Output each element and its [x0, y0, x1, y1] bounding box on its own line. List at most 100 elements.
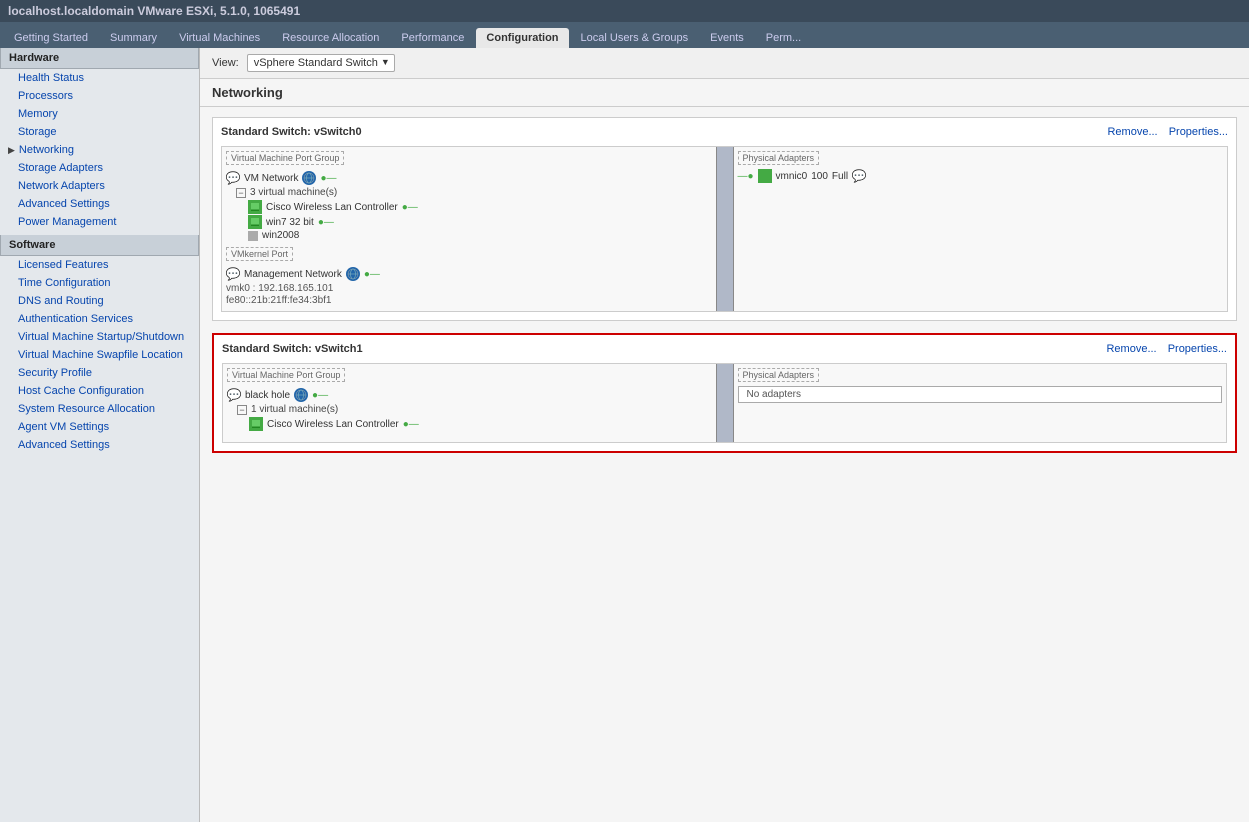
- vswitch0-vm-item-1: win7 32 bit ●—: [248, 215, 712, 229]
- vswitch1-vm-network-name: black hole: [245, 390, 290, 401]
- vswitch0-vmk-ipv6: fe80::21b:21ff:fe34:3bf1: [226, 295, 712, 306]
- view-label: View:: [212, 57, 239, 69]
- vmkernel-connector: ●—: [364, 269, 380, 280]
- tab-configuration[interactable]: Configuration: [476, 28, 568, 48]
- vswitch0-adapter-speed: 100: [811, 171, 828, 182]
- content-area: View: vSphere Standard Switch ▼ Networki…: [200, 48, 1249, 822]
- title-text: localhost.localdomain VMware ESXi, 5.1.0…: [8, 4, 300, 18]
- vswitch1-properties-link[interactable]: Properties...: [1168, 343, 1227, 355]
- vswitch0-port-group-label: Virtual Machine Port Group: [226, 151, 344, 165]
- sidebar-item-network-adapters[interactable]: Network Adapters: [0, 177, 199, 195]
- vswitch0-adapter-row: —● vmnic0 100 Full 💬: [738, 169, 1224, 183]
- sidebar-item-health-status[interactable]: Health Status: [0, 69, 199, 87]
- vswitch0-adapter-name: vmnic0: [776, 171, 808, 182]
- tab-events[interactable]: Events: [700, 28, 754, 48]
- vswitch1-vm0-connector: ●—: [403, 419, 419, 430]
- vswitch0-physical-section: Physical Adapters —● vmnic0 100 Full 💬: [734, 147, 1228, 311]
- tab-performance[interactable]: Performance: [391, 28, 474, 48]
- vswitch1-port-group-section: Virtual Machine Port Group 💬 black hole …: [223, 364, 716, 442]
- sidebar-item-system-resource-allocation[interactable]: System Resource Allocation: [0, 400, 199, 418]
- black-hole-connector: ●—: [312, 390, 328, 401]
- networking-arrow-icon: ▶: [8, 145, 15, 156]
- vswitch1-bar: [716, 364, 734, 442]
- vswitch1-header: Standard Switch: vSwitch1 Remove... Prop…: [222, 343, 1227, 355]
- sidebar-item-dns-routing[interactable]: DNS and Routing: [0, 292, 199, 310]
- vswitch0-adapter-duplex: Full: [832, 171, 848, 182]
- tab-bar: Getting Started Summary Virtual Machines…: [0, 22, 1249, 48]
- tab-virtual-machines[interactable]: Virtual Machines: [169, 28, 270, 48]
- black-hole-globe-icon: [294, 388, 308, 402]
- vswitch0-vm-expand-row: − 3 virtual machine(s) Cisco Wireless La…: [236, 187, 712, 241]
- vswitch0-remove-link[interactable]: Remove...: [1107, 126, 1157, 138]
- sidebar-item-storage-adapters[interactable]: Storage Adapters: [0, 159, 199, 177]
- sidebar-item-networking[interactable]: ▶ Networking: [0, 141, 199, 159]
- vswitch1-vm-expand-row: − 1 virtual machine(s) Cisco Wireless La…: [237, 404, 712, 431]
- vswitch0-vm-item-2: win2008: [248, 230, 712, 241]
- switch-container: Standard Switch: vSwitch0 Remove... Prop…: [200, 107, 1249, 475]
- vswitch0-vmk-ip: vmk0 : 192.168.165.101: [226, 283, 712, 294]
- sidebar-item-time-configuration[interactable]: Time Configuration: [0, 274, 199, 292]
- vswitch1-remove-link[interactable]: Remove...: [1106, 343, 1156, 355]
- vm0-connector: ●—: [402, 202, 418, 213]
- sidebar-item-memory[interactable]: Memory: [0, 105, 199, 123]
- vswitch0-vm-count: 3 virtual machine(s): [250, 187, 337, 198]
- vswitch0-physical-label: Physical Adapters: [738, 151, 820, 165]
- vswitch1-title: Standard Switch: vSwitch1: [222, 343, 363, 355]
- sidebar-item-storage[interactable]: Storage: [0, 123, 199, 141]
- title-bar: localhost.localdomain VMware ESXi, 5.1.0…: [0, 0, 1249, 22]
- vswitch1-vm-count-row: − 1 virtual machine(s): [237, 404, 712, 415]
- vswitch1-vm-item-0: Cisco Wireless Lan Controller ●—: [249, 417, 712, 431]
- tab-perm[interactable]: Perm...: [756, 28, 811, 48]
- vswitch0-vm-network-name: VM Network: [244, 173, 298, 184]
- main-layout: Hardware Health Status Processors Memory…: [0, 48, 1249, 822]
- vswitch0-properties-link[interactable]: Properties...: [1169, 126, 1228, 138]
- adapter-chat-icon: 💬: [852, 169, 866, 183]
- vswitch0-vmkernel-name: Management Network: [244, 269, 342, 280]
- sidebar-item-authentication-services[interactable]: Authentication Services: [0, 310, 199, 328]
- vswitch0-bar: [716, 147, 734, 311]
- view-dropdown[interactable]: vSphere Standard Switch ▼: [247, 54, 395, 72]
- dropdown-arrow-icon: ▼: [381, 57, 390, 67]
- tab-getting-started[interactable]: Getting Started: [4, 28, 98, 48]
- sidebar-item-advanced-settings-sw[interactable]: Advanced Settings: [0, 436, 199, 454]
- sidebar-item-processors[interactable]: Processors: [0, 87, 199, 105]
- sidebar-item-agent-vm-settings[interactable]: Agent VM Settings: [0, 418, 199, 436]
- vswitch0-vm-item-0: Cisco Wireless Lan Controller ●—: [248, 200, 712, 214]
- tab-resource-allocation[interactable]: Resource Allocation: [272, 28, 389, 48]
- black-hole-chat-icon: 💬: [227, 388, 241, 402]
- vswitch1-expand-icon[interactable]: −: [237, 405, 247, 415]
- vswitch1-vm-icon-0: [249, 417, 263, 431]
- sidebar-item-host-cache-configuration[interactable]: Host Cache Configuration: [0, 382, 199, 400]
- vswitch1-vm-count: 1 virtual machine(s): [251, 404, 338, 415]
- sidebar: Hardware Health Status Processors Memory…: [0, 48, 200, 822]
- sidebar-item-licensed-features[interactable]: Licensed Features: [0, 256, 199, 274]
- tab-local-users[interactable]: Local Users & Groups: [571, 28, 699, 48]
- vswitch1-no-adapters: No adapters: [738, 386, 1223, 403]
- hardware-header: Hardware: [0, 48, 199, 69]
- vm1-connector: ●—: [318, 217, 334, 228]
- vswitch1-actions: Remove... Properties...: [1098, 343, 1227, 355]
- sidebar-item-vm-startup-shutdown[interactable]: Virtual Machine Startup/Shutdown: [0, 328, 199, 346]
- vm-icon-1: [248, 215, 262, 229]
- vm-network-connector: ●—: [320, 173, 336, 184]
- vswitch0-vmkernel-row: 💬 Management Network ●—: [226, 267, 712, 281]
- adapter-green-icon: [758, 169, 772, 183]
- vmkernel-chat-icon: 💬: [226, 267, 240, 281]
- vswitch1-diagram: Virtual Machine Port Group 💬 black hole …: [222, 363, 1227, 443]
- sidebar-item-vm-swapfile-location[interactable]: Virtual Machine Swapfile Location: [0, 346, 199, 364]
- sidebar-item-security-profile[interactable]: Security Profile: [0, 364, 199, 382]
- vm-icon-0: [248, 200, 262, 214]
- vswitch1-black-hole-row: 💬 black hole ●—: [227, 388, 712, 402]
- vswitch1-port-group-label: Virtual Machine Port Group: [227, 368, 345, 382]
- sidebar-item-advanced-settings-hw[interactable]: Advanced Settings: [0, 195, 199, 213]
- expand-icon[interactable]: −: [236, 188, 246, 198]
- tab-summary[interactable]: Summary: [100, 28, 167, 48]
- view-bar: View: vSphere Standard Switch ▼: [200, 48, 1249, 79]
- vswitch0-vm-count-row: − 3 virtual machine(s): [236, 187, 712, 198]
- vswitch0-vm-portgroup: Virtual Machine Port Group 💬 VM Network …: [226, 151, 712, 241]
- vswitch0-header: Standard Switch: vSwitch0 Remove... Prop…: [221, 126, 1228, 138]
- adapter-connector: —●: [738, 171, 754, 182]
- sidebar-item-power-management[interactable]: Power Management: [0, 213, 199, 231]
- vswitch0-port-group-section: Virtual Machine Port Group 💬 VM Network …: [222, 147, 716, 311]
- vswitch0-vmkernel-label: VMkernel Port: [226, 247, 293, 261]
